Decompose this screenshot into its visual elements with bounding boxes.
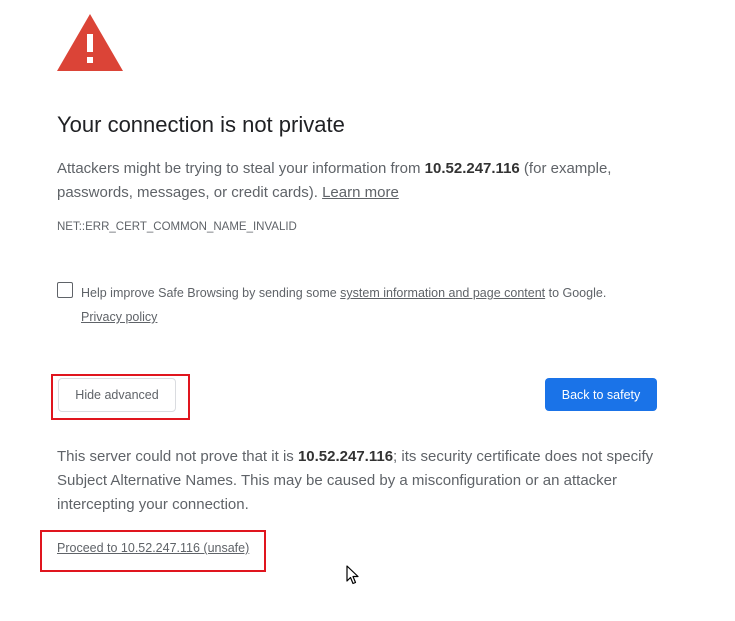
- host-address: 10.52.247.116: [424, 160, 520, 177]
- error-code: NET::ERR_CERT_COMMON_NAME_INVALID: [57, 221, 297, 233]
- optin-suffix: to Google.: [545, 286, 607, 300]
- hide-advanced-button[interactable]: Hide advanced: [58, 378, 176, 412]
- safe-browsing-checkbox[interactable]: [57, 282, 73, 298]
- details-prefix: This server could not prove that it is: [57, 448, 298, 465]
- optin-prefix: Help improve Safe Browsing by sending so…: [81, 286, 341, 300]
- learn-more-link[interactable]: Learn more: [322, 184, 399, 201]
- proceed-unsafe-link[interactable]: Proceed to 10.52.247.116 (unsafe): [57, 541, 249, 555]
- warning-triangle-icon: [57, 14, 123, 71]
- page-title: Your connection is not private: [57, 112, 345, 137]
- details-paragraph: This server could not prove that it is 1…: [57, 445, 677, 517]
- system-info-link[interactable]: system information and page content: [340, 286, 545, 300]
- optin-text: Help improve Safe Browsing by sending so…: [81, 281, 671, 329]
- intro-paragraph: Attackers might be trying to steal your …: [57, 157, 677, 205]
- privacy-policy-link[interactable]: Privacy policy: [81, 310, 157, 324]
- mouse-cursor-icon: [346, 565, 359, 585]
- back-to-safety-button[interactable]: Back to safety: [545, 378, 657, 411]
- intro-prefix: Attackers might be trying to steal your …: [57, 160, 425, 177]
- details-host: 10.52.247.116: [297, 448, 394, 465]
